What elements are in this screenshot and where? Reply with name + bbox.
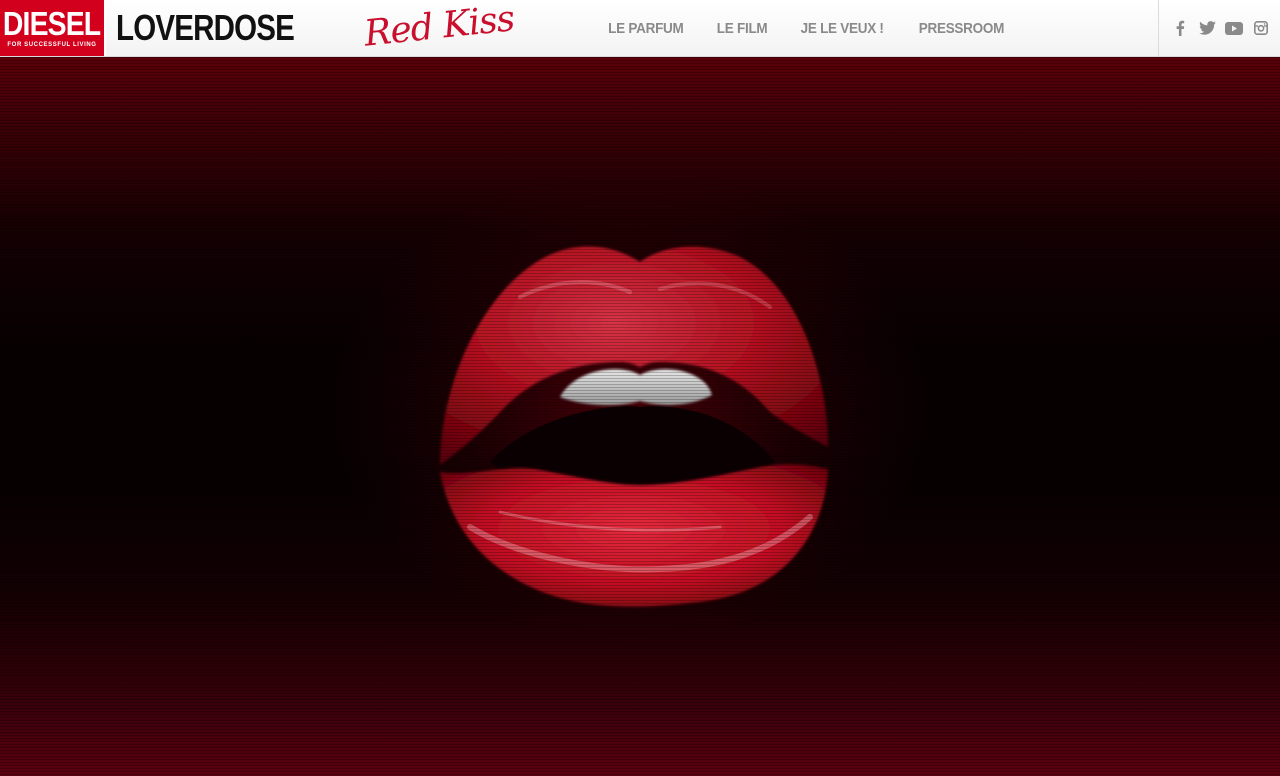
teeth [560, 369, 712, 406]
diesel-logo-tagline: FOR SUCCESSFUL LIVING [7, 42, 97, 48]
twitter-icon[interactable] [1198, 19, 1216, 37]
site-header: DIESEL FOR SUCCESSFUL LIVING LOVERDOSE R… [0, 0, 1280, 57]
nav-item-pressroom[interactable]: PRESSROOM [919, 20, 1005, 37]
brand-name: LOVERDOSE [116, 7, 295, 48]
social-links [1158, 0, 1280, 56]
red-lips-image [440, 246, 828, 607]
diesel-logo-word: DIESEL [3, 5, 101, 42]
main-nav: LE PARFUM LE FILM JE LE VEUX ! PRESSROOM [604, 0, 1035, 56]
page: DIESEL FOR SUCCESSFUL LIVING LOVERDOSE R… [0, 0, 1280, 776]
nav-item-je-le-veux[interactable]: JE LE VEUX ! [801, 20, 884, 37]
loverdose-logo[interactable]: LOVERDOSE Red Kiss [106, 0, 516, 56]
lower-lip [440, 464, 828, 607]
instagram-icon[interactable] [1252, 19, 1270, 37]
facebook-icon[interactable] [1171, 19, 1189, 37]
hero-video[interactable] [0, 57, 1280, 776]
diesel-logo[interactable]: DIESEL FOR SUCCESSFUL LIVING [0, 0, 106, 56]
youtube-icon[interactable] [1224, 19, 1243, 37]
nav-item-le-film[interactable]: LE FILM [716, 20, 767, 37]
brand-script: Red Kiss [362, 0, 516, 55]
nav-item-le-parfum[interactable]: LE PARFUM [608, 20, 684, 37]
